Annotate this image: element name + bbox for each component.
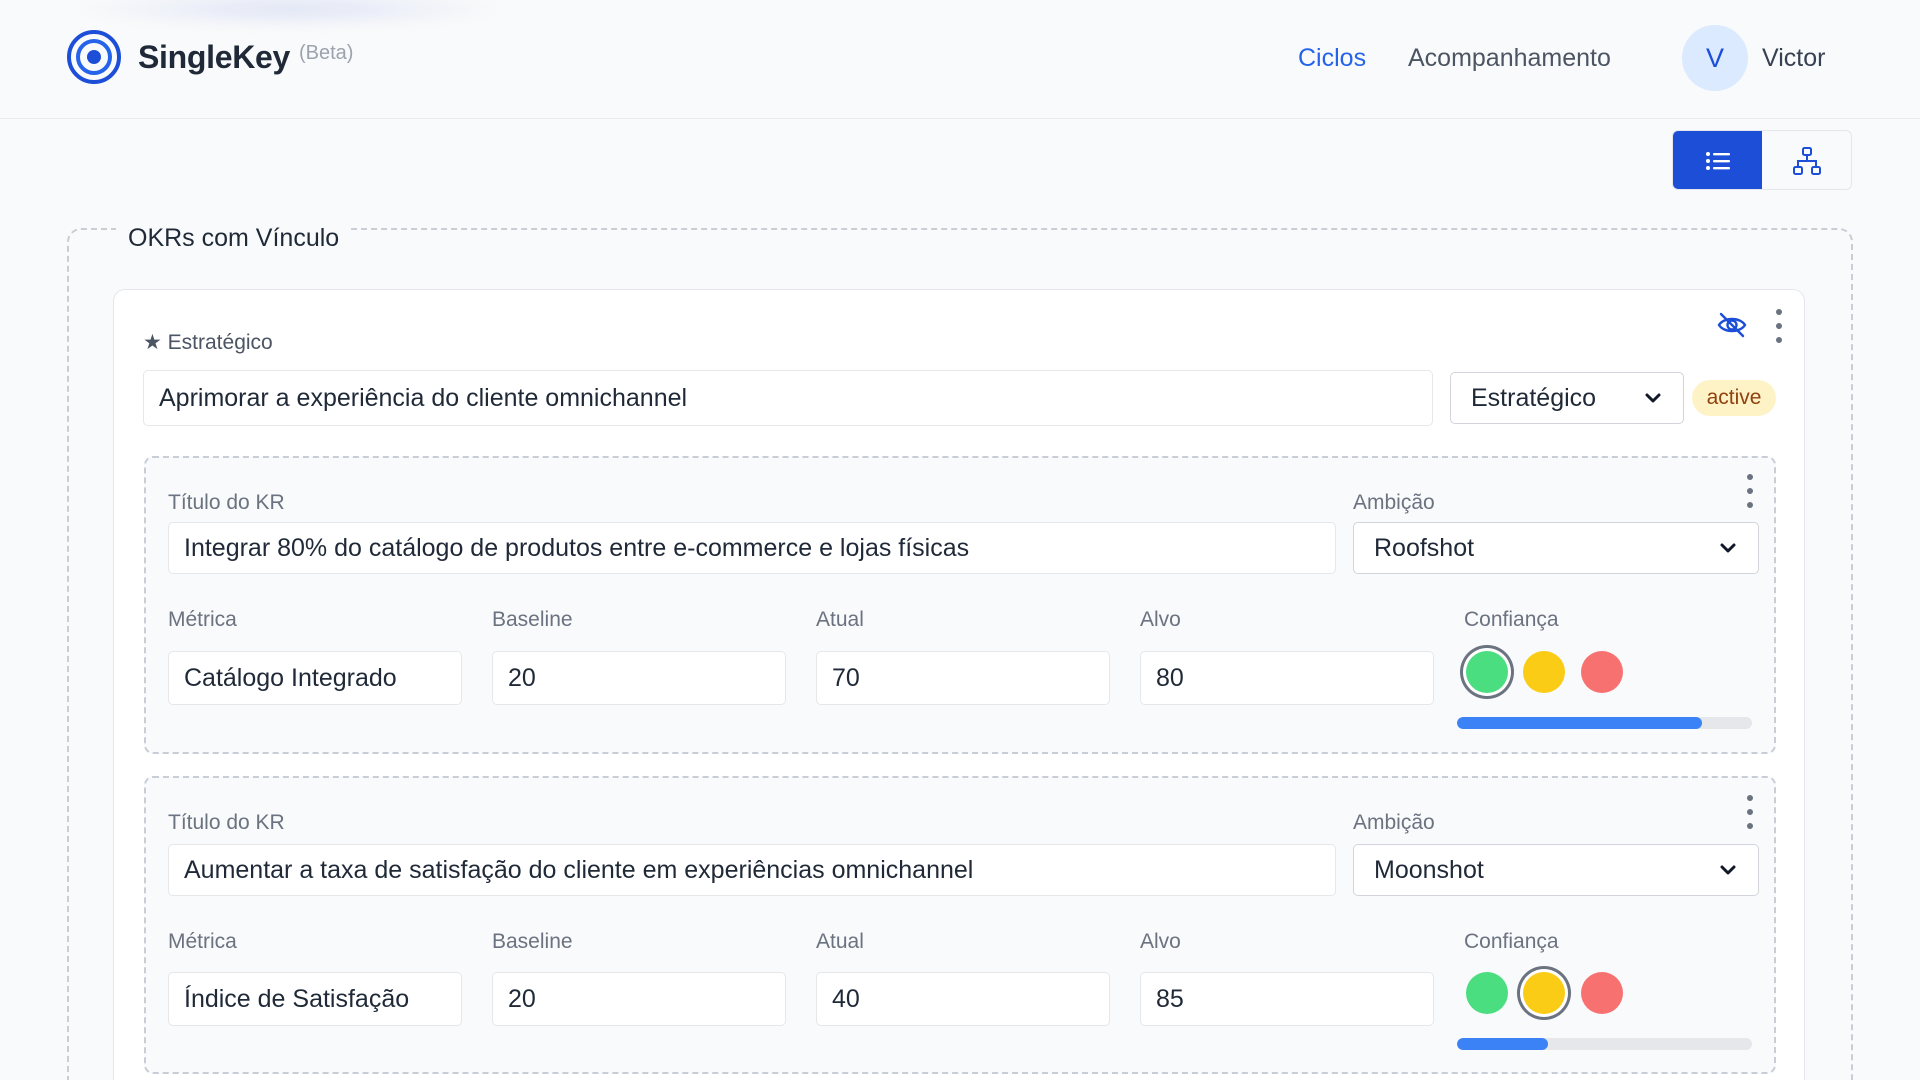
ambition-select[interactable]: Moonshot: [1353, 844, 1759, 896]
section-title: OKRs com Vínculo: [116, 224, 352, 253]
kr-title-label: Título do KR: [168, 491, 285, 514]
confidence-yellow-option[interactable]: [1523, 972, 1565, 1014]
kr-menu-icon[interactable]: [1744, 474, 1756, 508]
list-view-button[interactable]: [1673, 131, 1762, 189]
kr-menu-icon[interactable]: [1744, 795, 1756, 829]
key-result-card: [144, 456, 1776, 754]
nav-acompanhamento[interactable]: Acompanhamento: [1408, 44, 1611, 73]
confidence-green-option[interactable]: [1466, 651, 1508, 693]
baseline-label: Baseline: [492, 930, 573, 953]
kr-progress-bar: [1457, 717, 1752, 729]
target-input[interactable]: 85: [1140, 972, 1434, 1026]
kr-progress-fill: [1457, 717, 1702, 729]
ambition-label: Ambição: [1353, 811, 1435, 834]
kr-title-input[interactable]: Integrar 80% do catálogo de produtos ent…: [168, 522, 1336, 574]
chevron-down-icon: [1720, 865, 1736, 875]
target-label: Alvo: [1140, 608, 1181, 631]
objective-type-select[interactable]: Estratégico: [1450, 372, 1684, 424]
eye-off-icon[interactable]: [1716, 309, 1748, 341]
status-badge: active: [1692, 380, 1776, 416]
baseline-input[interactable]: 20: [492, 972, 786, 1026]
current-label: Atual: [816, 608, 864, 631]
chevron-down-icon: [1645, 393, 1661, 403]
confidence-label: Confiança: [1464, 930, 1559, 953]
tree-view-button[interactable]: [1762, 131, 1851, 189]
avatar[interactable]: V: [1682, 25, 1748, 91]
ambition-label: Ambição: [1353, 491, 1435, 514]
metric-label: Métrica: [168, 930, 237, 953]
list-icon: [1705, 152, 1730, 170]
beta-tag: (Beta): [299, 42, 354, 64]
metric-label: Métrica: [168, 608, 237, 631]
target-input[interactable]: 80: [1140, 651, 1434, 705]
header-glow: [70, 0, 510, 28]
baseline-input[interactable]: 20: [492, 651, 786, 705]
hierarchy-icon: [1792, 147, 1821, 175]
ambition-select[interactable]: Roofshot: [1353, 522, 1759, 574]
objective-title-input[interactable]: Aprimorar a experiência do cliente omnic…: [143, 370, 1433, 426]
confidence-green-option[interactable]: [1466, 972, 1508, 1014]
confidence-red-option[interactable]: [1581, 651, 1623, 693]
confidence-red-option[interactable]: [1581, 972, 1623, 1014]
objective-menu-icon[interactable]: [1773, 309, 1785, 343]
target-label: Alvo: [1140, 930, 1181, 953]
confidence-label: Confiança: [1464, 608, 1559, 631]
singlekey-logo-icon[interactable]: [66, 29, 122, 85]
confidence-yellow-option[interactable]: [1523, 651, 1565, 693]
key-result-card: [144, 776, 1776, 1074]
kr-title-input[interactable]: Aumentar a taxa de satisfação do cliente…: [168, 844, 1336, 896]
current-input[interactable]: 40: [816, 972, 1110, 1026]
app-name[interactable]: SingleKey: [138, 39, 290, 76]
kr-progress-fill: [1457, 1038, 1549, 1050]
objective-type-value: Estratégico: [1471, 383, 1597, 412]
current-input[interactable]: 70: [816, 651, 1110, 705]
metric-input[interactable]: Catálogo Integrado: [168, 651, 462, 705]
kr-title-label: Título do KR: [168, 811, 285, 834]
current-label: Atual: [816, 930, 864, 953]
user-name[interactable]: Victor: [1762, 44, 1825, 73]
view-toggle: [1672, 130, 1852, 190]
objective-category-label: ★ Estratégico: [143, 331, 273, 354]
baseline-label: Baseline: [492, 608, 573, 631]
chevron-down-icon: [1720, 543, 1736, 553]
top-header: SingleKey (Beta) Ciclos Acompanhamento V…: [0, 0, 1920, 119]
ambition-value: Roofshot: [1374, 533, 1475, 562]
metric-input[interactable]: Índice de Satisfação: [168, 972, 462, 1026]
kr-progress-bar: [1457, 1038, 1752, 1050]
ambition-value: Moonshot: [1374, 855, 1484, 884]
nav-ciclos[interactable]: Ciclos: [1298, 44, 1366, 73]
